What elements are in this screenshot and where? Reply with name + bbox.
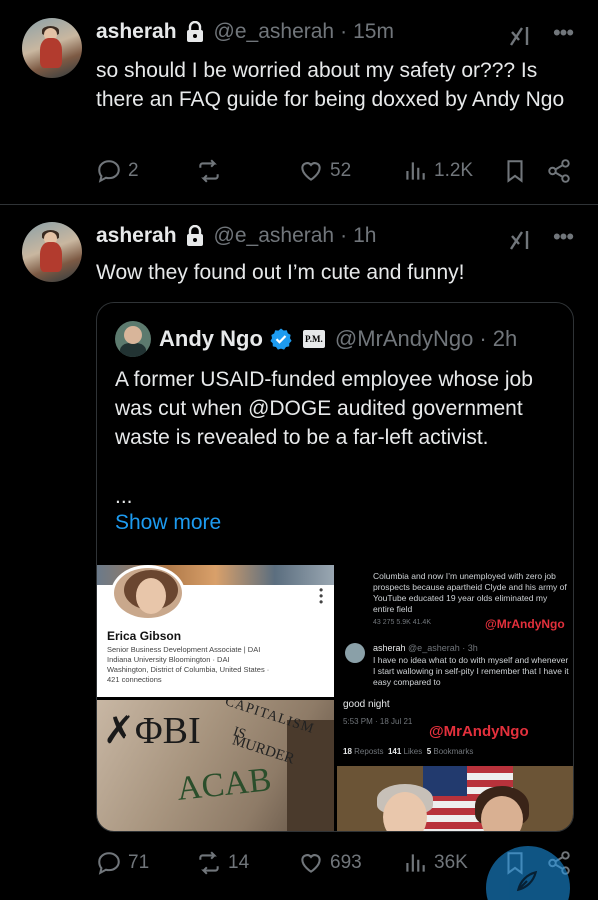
repost-button[interactable]: 14 [196,850,249,876]
quote-text: A former USAID-funded employee whose job… [115,368,533,449]
reply-count: 2 [128,160,139,181]
bookmark-button[interactable] [502,158,528,184]
like-icon [301,162,321,181]
separator: · [479,326,487,351]
avatar[interactable] [22,18,82,78]
share-icon [548,159,570,183]
quoted-tweet[interactable]: Andy Ngo P.M. @MrAndyNgo · 2h A former U… [96,302,574,832]
display-name[interactable]: asherah [96,20,177,44]
share-button[interactable] [546,158,572,184]
views-count: 1.2K [434,160,474,181]
grok-icon[interactable] [508,24,532,48]
more-icon[interactable]: ••• [551,226,575,254]
screenshot-reposts-label: Reposts [354,747,384,756]
screenshot-good-night: good night [343,699,390,710]
screenshot-reply-header: asherah @e_asherah · 3h [373,643,478,653]
profile-photo [111,565,185,621]
graffiti-tag: ACAB [175,761,274,808]
separator: · [340,20,348,43]
more-icon[interactable]: ••• [551,22,575,50]
reply-button[interactable]: 71 [96,850,149,876]
action-bar: 2 52 1.2K [96,158,586,188]
views-icon [406,162,425,180]
lock-icon [185,224,205,247]
like-icon [301,854,321,873]
screenshot-reply-handle: @e_asherah · 3h [408,643,478,653]
tweet-text: Wow they found out I’m cute and funny! [96,261,465,284]
screenshot-likes-label: Likes [403,747,423,756]
reply-count: 71 [128,852,150,873]
grok-icon[interactable] [508,228,532,252]
screenshot-post-meta: 43 275 5.9K 41.4K [373,619,431,626]
profile-location: Washington, District of Columbia, United… [107,665,270,674]
graffiti-scrawl: ✗ΦBI [103,710,201,752]
quote-avatar[interactable] [115,321,151,357]
affiliate-badge: P.M. [302,330,325,348]
handle[interactable]: @e_asherah [214,20,335,44]
repost-icon [199,159,219,183]
reply-button[interactable]: 2 [96,158,139,184]
screenshot-avatar [345,643,365,663]
bookmark-icon [507,160,523,183]
media-linkedin-profile[interactable]: • • • Erica Gibson Senior Business Develop… [97,565,334,697]
media-grid: • • • Erica Gibson Senior Business Develop… [97,565,573,831]
reply-icon [98,852,120,875]
tweet-text: so should I be worried about my safety o… [96,59,565,111]
tweet-header: asherah @e_asherah · 15m [96,20,394,44]
quote-handle[interactable]: @MrAndyNgo [335,326,474,352]
separator: · [340,224,348,247]
views-button[interactable]: 1.2K [402,158,473,184]
quote-display-name[interactable]: Andy Ngo [159,326,263,352]
quote-timestamp[interactable]: 2h [493,326,517,352]
screenshot-timestamp: 5:53 PM · 18 Jul 21 [343,717,413,726]
repost-count: 14 [228,852,250,873]
media-tweet-screenshot[interactable]: Columbia and now I’m unemployed with zer… [337,565,573,763]
repost-button[interactable] [196,158,228,184]
avatar[interactable] [22,222,82,282]
repost-icon [199,851,219,875]
profile-connections: 421 connections [107,675,162,684]
show-more-link[interactable]: Show more [115,511,221,535]
watermark: @MrAndyNgo [429,723,529,740]
views-count: 36K [434,852,468,873]
screenshot-stats: 18 Reposts 141 Likes 5 Bookmarks [343,747,473,756]
like-count: 52 [330,160,352,181]
like-button[interactable]: 693 [298,850,362,876]
screenshot-post-text: Columbia and now I’m unemployed with zer… [373,571,567,614]
quote-header: Andy Ngo P.M. @MrAndyNgo · 2h [115,321,517,357]
screenshot-reposts-count: 18 [343,747,352,756]
tweet-header: asherah @e_asherah · 1h [96,224,376,248]
views-icon [406,854,425,872]
media-photo-flag[interactable] [337,766,573,831]
profile-school: Indiana University Bloomington · DAI [107,655,230,664]
screenshot-bookmarks-count: 5 [426,747,432,756]
profile-title: Senior Business Development Associate | … [107,645,261,654]
like-count: 693 [330,852,362,873]
handle[interactable]: @e_asherah [214,224,335,248]
tweet-1[interactable]: asherah @e_asherah · 15m ••• so should I… [0,0,598,205]
timestamp[interactable]: 1h [353,224,376,248]
display-name[interactable]: asherah [96,224,177,248]
screenshot-likes-count: 141 [387,747,402,756]
reply-icon [98,160,120,183]
compose-icon [516,870,538,892]
screenshot-reply-name: asherah [373,643,406,653]
more-icon: • • • [319,583,324,609]
lock-icon [185,20,205,43]
like-button[interactable]: 52 [298,158,351,184]
screenshot-bookmarks-label: Bookmarks [433,747,474,756]
timestamp[interactable]: 15m [353,20,394,44]
verified-icon [270,328,292,350]
views-button[interactable]: 36K [402,850,468,876]
media-graffiti-photo[interactable]: ✗ΦBI CAPITALISM IS MURDER ACAB [97,700,334,831]
quote-ellipsis: ... [115,485,133,508]
profile-name: Erica Gibson [107,629,182,643]
screenshot-reply-text: I have no idea what to do with myself an… [373,655,569,687]
watermark: @MrAndyNgo [485,617,565,631]
